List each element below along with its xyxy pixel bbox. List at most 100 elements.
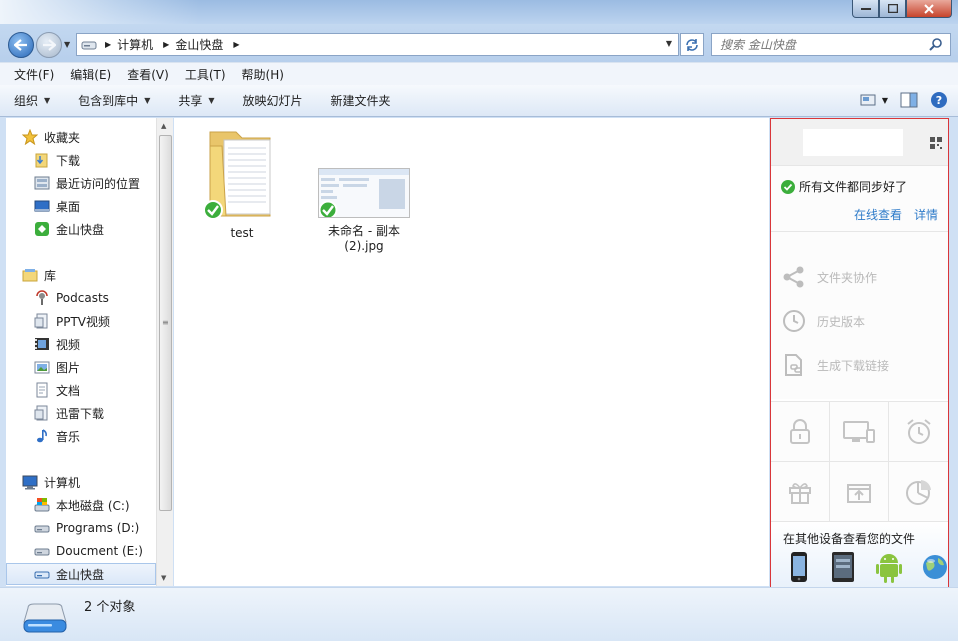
nav-item-videos[interactable]: 视频 (34, 333, 156, 355)
crumb-separator[interactable]: ▶ (105, 40, 111, 49)
nav-item-xunlei[interactable]: 迅雷下载 (34, 402, 156, 424)
nav-item-label: PPTV视频 (56, 314, 111, 329)
view-dropdown-icon[interactable]: ▼ (882, 96, 888, 105)
nav-item-downloads[interactable]: 下载 (34, 149, 156, 171)
upload-box-icon (847, 483, 871, 503)
other-devices-section: 在其他设备查看您的文件 (771, 522, 948, 589)
address-dropdown[interactable]: ▼ (666, 39, 672, 48)
crumb-separator[interactable]: ▶ (233, 40, 239, 49)
nav-item-label: 文档 (56, 383, 81, 398)
breadcrumb-computer[interactable]: 计算机 (117, 36, 153, 53)
scroll-down-icon[interactable]: ▼ (161, 574, 166, 582)
menu-view[interactable]: 查看(V) (119, 66, 177, 83)
nav-item-pictures[interactable]: 图片 (34, 356, 156, 378)
nav-computer[interactable]: 计算机 (22, 471, 156, 493)
close-button[interactable] (906, 0, 952, 18)
search-box[interactable] (711, 33, 951, 56)
forward-button[interactable] (36, 32, 62, 58)
nav-item-drive-e[interactable]: Doucment (E:) (34, 540, 156, 562)
iphone-icon (791, 552, 807, 582)
refresh-icon (686, 38, 698, 51)
action-label: 历史版本 (817, 314, 866, 329)
scroll-thumb[interactable]: ≡ (159, 135, 172, 511)
image-thumbnail (318, 168, 410, 218)
sync-status-section: 所有文件都同步好了 在线查看 详情 (771, 165, 948, 231)
scroll-up-icon[interactable]: ▲ (161, 122, 166, 130)
back-button[interactable] (8, 32, 34, 58)
organize-button[interactable]: 组织 ▼ (14, 92, 50, 109)
refresh-button[interactable] (680, 33, 704, 56)
lock-icon (790, 418, 810, 444)
download-link-action[interactable]: 生成下载链接 (781, 352, 889, 378)
nav-item-label: Podcasts (56, 291, 109, 305)
nav-library[interactable]: 库 (22, 264, 156, 286)
nav-item-pptv[interactable]: PPTV视频 (34, 310, 156, 332)
star-icon (22, 129, 38, 145)
breadcrumb-kuaipan[interactable]: 金山快盘 (175, 36, 223, 53)
command-bar: 组织 ▼ 包含到库中 ▼ 共享 ▼ 放映幻灯片 新建文件夹 ▼ ? (0, 85, 958, 117)
nav-item-label: 下载 (56, 153, 81, 168)
file-name-line-2: (2).jpg (344, 239, 384, 253)
include-in-library-button[interactable]: 包含到库中 ▼ (78, 92, 150, 109)
share-button[interactable]: 共享 ▼ (178, 92, 214, 109)
devices-button[interactable] (830, 402, 889, 462)
nav-item-recent[interactable]: 最近访问的位置 (34, 172, 156, 194)
usage-stats-button[interactable] (889, 462, 948, 522)
globe-icon (923, 555, 947, 579)
search-icon[interactable] (928, 37, 944, 53)
alarm-clock-icon (906, 418, 931, 444)
new-folder-button[interactable]: 新建文件夹 (331, 92, 391, 109)
help-icon[interactable]: ? (930, 91, 948, 109)
chevron-down-icon: ▼ (144, 96, 151, 105)
file-item-image[interactable]: 未命名 - 副本 (2).jpg (304, 168, 424, 253)
nav-item-music[interactable]: 音乐 (34, 425, 156, 447)
crumb-separator[interactable]: ▶ (163, 40, 169, 49)
ipad-device[interactable] (829, 550, 857, 584)
address-bar[interactable]: ▶ 计算机 ▶ 金山快盘 ▶ ▼ (76, 33, 679, 56)
history-action[interactable]: 历史版本 (781, 308, 865, 334)
file-item-test[interactable]: test (194, 124, 290, 240)
nav-item-desktop[interactable]: 桌面 (34, 195, 156, 217)
computer-label: 计算机 (44, 475, 81, 490)
nav-item-podcasts[interactable]: Podcasts (34, 287, 156, 309)
lock-button[interactable] (771, 402, 830, 462)
web-device[interactable] (921, 550, 949, 584)
gift-button[interactable] (771, 462, 830, 522)
view-online-link[interactable]: 在线查看 (854, 206, 902, 223)
minimize-button[interactable] (852, 0, 879, 18)
folder-collab-action[interactable]: 文件夹协作 (781, 264, 877, 290)
search-input[interactable] (720, 37, 920, 52)
maximize-button[interactable] (879, 0, 906, 18)
sync-status: 所有文件都同步好了 (781, 178, 907, 195)
slideshow-button[interactable]: 放映幻灯片 (243, 92, 303, 109)
change-view-icon[interactable] (860, 93, 876, 107)
menu-tools[interactable]: 工具(T) (177, 66, 234, 83)
nav-item-label: 图片 (56, 360, 81, 375)
qr-code-icon[interactable] (930, 137, 942, 149)
podcast-icon (34, 290, 50, 306)
preview-pane-icon[interactable] (900, 92, 918, 108)
document-library-icon (34, 313, 50, 329)
nav-favorites[interactable]: 收藏夹 (22, 126, 156, 148)
details-link[interactable]: 详情 (914, 206, 938, 223)
nav-item-kuaipan-fav[interactable]: 金山快盘 (34, 218, 156, 240)
kuaipan-icon (34, 221, 50, 237)
android-device[interactable] (875, 550, 903, 584)
upload-box-button[interactable] (830, 462, 889, 522)
recent-pages-dropdown[interactable]: ▼ (64, 40, 70, 49)
account-box (803, 129, 903, 156)
action-label: 生成下载链接 (817, 358, 890, 373)
recent-places-icon (34, 175, 50, 191)
menu-help[interactable]: 帮助(H) (234, 66, 292, 83)
nav-item-documents[interactable]: 文档 (34, 379, 156, 401)
nav-scrollbar[interactable]: ▲ ≡ ▼ (156, 118, 173, 586)
iphone-device[interactable] (785, 550, 813, 584)
nav-item-drive-d[interactable]: Programs (D:) (34, 517, 156, 539)
menu-edit[interactable]: 编辑(E) (62, 66, 119, 83)
alarm-button[interactable] (889, 402, 948, 462)
menu-file[interactable]: 文件(F) (6, 66, 62, 83)
nav-item-label: Programs (D:) (56, 521, 140, 535)
nav-item-kuaipan-drive[interactable]: 金山快盘 (6, 563, 156, 585)
nav-item-drive-c[interactable]: 本地磁盘 (C:) (34, 494, 156, 516)
file-name-line-1: 未命名 - 副本 (328, 224, 400, 238)
